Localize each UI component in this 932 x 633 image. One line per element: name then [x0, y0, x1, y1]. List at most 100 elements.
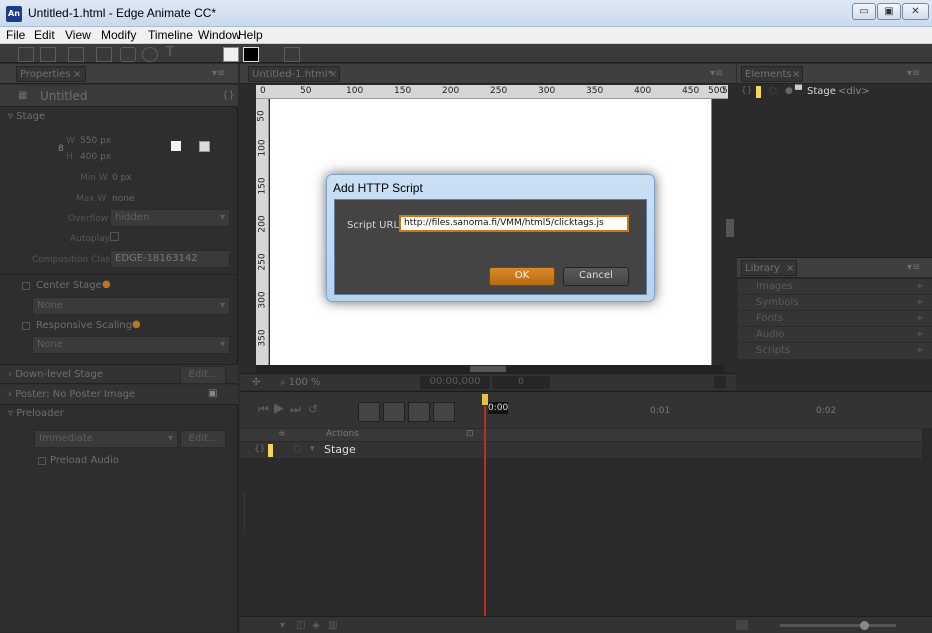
panel-menu-icon[interactable]: ▾≡	[907, 262, 920, 273]
tab-document[interactable]: Untitled-1.html* ×	[248, 66, 340, 82]
composition-class-input[interactable]: EDGE-18163142	[110, 250, 230, 268]
elements-stage-row[interactable]: {} ◌ ● ▀ Stage <div>	[737, 85, 932, 99]
actions-track[interactable]	[484, 429, 932, 441]
element-name[interactable]: Untitled	[40, 89, 87, 103]
stage-gradient-swatch[interactable]	[199, 141, 210, 152]
tab-elements[interactable]: Elements ×	[741, 66, 803, 82]
auto-transition-icon[interactable]	[383, 402, 405, 422]
stage-frame-readout[interactable]: 0	[492, 376, 550, 389]
width-value[interactable]: 550 px	[80, 136, 111, 146]
library-fonts[interactable]: Fonts +	[738, 310, 932, 327]
auto-keyframe-icon[interactable]	[358, 402, 380, 422]
scroll-thumb[interactable]	[726, 219, 734, 237]
close-tab-icon[interactable]: ×	[329, 69, 337, 80]
cancel-button[interactable]: Cancel	[563, 267, 629, 286]
audio-icon[interactable]: ◈	[312, 620, 320, 631]
responsive-scaling-checkbox[interactable]	[22, 322, 30, 330]
stage-time-readout[interactable]: 00:00,000	[420, 376, 490, 389]
visibility-icon[interactable]: ◌	[769, 86, 777, 96]
section-stage[interactable]: ▿ Stage	[8, 111, 45, 122]
ellipse-tool-icon[interactable]	[142, 47, 158, 62]
stage-view-icon[interactable]	[284, 47, 300, 62]
poster-label[interactable]: › Poster: No Poster Image	[8, 389, 135, 400]
select-tool-icon[interactable]	[18, 47, 34, 62]
library-audio[interactable]: Audio +	[738, 326, 932, 343]
timeline-splitter[interactable]	[244, 492, 247, 532]
stage-track[interactable]	[484, 442, 932, 458]
preloader-select[interactable]: Immediate ▾	[34, 430, 178, 448]
stroke-color-swatch[interactable]	[243, 47, 259, 62]
menu-timeline[interactable]: Timeline	[148, 28, 193, 42]
pin-playhead-icon[interactable]	[408, 402, 430, 422]
timeline-ruler[interactable]: 0:00 0:01 0:02	[482, 392, 932, 428]
slider-thumb[interactable]	[860, 621, 869, 630]
filter-icon[interactable]: ▾	[280, 620, 285, 631]
downlevel-stage-label[interactable]: › Down-level Stage	[8, 369, 103, 380]
center-stage-select[interactable]: None ▾	[32, 297, 230, 315]
go-to-start-icon[interactable]: ⏮	[258, 402, 269, 417]
tab-properties[interactable]: Properties ×	[16, 66, 86, 82]
library-scripts[interactable]: Scripts +	[738, 342, 932, 359]
timeline-zoom-slider[interactable]	[780, 621, 896, 630]
tab-library[interactable]: Library ×	[741, 260, 797, 276]
max-width-value[interactable]: none	[112, 194, 134, 204]
min-width-value[interactable]: 0 px	[112, 173, 132, 183]
rounded-rectangle-tool-icon[interactable]	[120, 47, 136, 62]
panel-menu-icon[interactable]: ▾≡	[212, 68, 225, 79]
library-symbols[interactable]: Symbols +	[738, 294, 932, 311]
code-icon[interactable]: {}	[741, 86, 752, 96]
close-tab-icon[interactable]: ×	[786, 263, 794, 274]
section-preloader[interactable]: ▿ Preloader	[8, 408, 64, 419]
camera-icon[interactable]: ▣	[208, 388, 217, 399]
preload-audio-checkbox[interactable]	[38, 457, 46, 465]
zoom-control[interactable]: ⌕ 100 %	[280, 377, 321, 388]
overflow-select[interactable]: hidden ▾	[110, 209, 230, 227]
visibility-icon[interactable]: ◌	[294, 444, 302, 454]
pin-icon[interactable]: ✣	[252, 377, 260, 388]
menu-view[interactable]: View	[65, 28, 91, 42]
rectangle-tool-icon[interactable]	[96, 47, 112, 62]
easing-icon[interactable]	[433, 402, 455, 422]
close-button[interactable]: ✕	[902, 3, 929, 20]
library-images[interactable]: Images +	[738, 278, 932, 295]
center-stage-info-icon[interactable]: ●	[102, 279, 111, 290]
fill-color-swatch[interactable]	[223, 47, 239, 62]
play-icon[interactable]: ▶	[274, 401, 284, 416]
responsive-scaling-select[interactable]: None ▾	[32, 336, 230, 354]
menu-help[interactable]: Help	[238, 28, 263, 42]
menu-file[interactable]: File	[6, 28, 25, 42]
timeline-scrollbar[interactable]	[922, 429, 932, 615]
actions-row[interactable]: ≑ Actions ⊡	[240, 429, 484, 441]
autoplay-checkbox[interactable]	[110, 232, 119, 241]
zoom-out-icon[interactable]	[736, 620, 748, 630]
transform-tool-icon[interactable]	[40, 47, 56, 62]
menu-edit[interactable]: Edit	[34, 28, 55, 42]
script-url-input[interactable]: http://files.sanoma.fi/VMM/html5/clickta…	[399, 215, 629, 232]
show-elements-icon[interactable]: ◫	[296, 620, 305, 631]
code-icon[interactable]: {}	[254, 444, 265, 454]
text-tool-icon[interactable]: T	[166, 46, 180, 60]
panel-menu-icon[interactable]: ▾≡	[710, 68, 723, 79]
loop-icon[interactable]: ↺	[308, 402, 318, 416]
maximize-button[interactable]: ▣	[877, 3, 901, 20]
height-value[interactable]: 400 px	[80, 152, 111, 162]
lock-icon[interactable]: ●	[785, 86, 793, 96]
go-to-end-icon[interactable]: ⏭	[290, 402, 301, 417]
elements-scrollbar[interactable]	[921, 85, 931, 255]
center-stage-checkbox[interactable]	[22, 282, 30, 290]
stage-resize-icon[interactable]	[714, 376, 726, 388]
close-tab-icon[interactable]: ×	[792, 69, 800, 80]
stage-color-swatch[interactable]	[171, 141, 181, 151]
menu-window[interactable]: Window	[198, 28, 241, 42]
close-tab-icon[interactable]: ×	[73, 69, 81, 80]
add-action-icon[interactable]: ⊡	[466, 429, 474, 439]
code-icon[interactable]: {}	[222, 90, 235, 101]
responsive-scaling-info-icon[interactable]: ●	[132, 319, 141, 330]
minimize-button[interactable]: ▭	[852, 3, 876, 20]
disclosure-icon[interactable]: ▾	[310, 444, 315, 454]
stage-element-label[interactable]: Stage	[807, 86, 836, 97]
menu-modify[interactable]: Modify	[101, 28, 136, 42]
link-dimensions-icon[interactable]: 8	[58, 144, 64, 154]
stage-horizontal-scrollbar[interactable]	[256, 365, 724, 373]
scroll-thumb[interactable]	[470, 366, 506, 372]
